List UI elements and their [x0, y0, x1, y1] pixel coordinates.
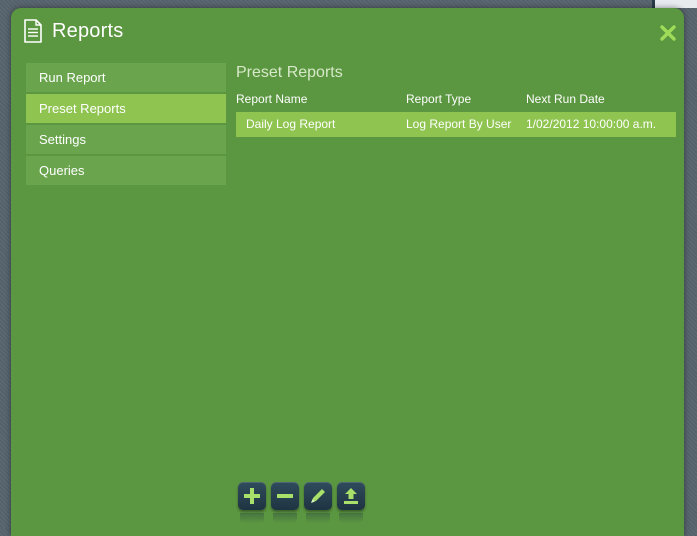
sidebar-item-settings[interactable]: Settings — [26, 125, 226, 154]
cell-next-run-date: 1/02/2012 10:00:00 a.m. — [526, 117, 657, 131]
column-header-report-name[interactable]: Report Name — [236, 92, 307, 106]
edit-icon — [311, 489, 325, 503]
reports-window: Reports Run Report Preset Reports Settin… — [11, 8, 684, 536]
toolbar — [238, 482, 365, 523]
sidebar-item-queries[interactable]: Queries — [26, 156, 226, 185]
window-title: Reports — [52, 19, 124, 42]
edit-button[interactable] — [304, 482, 332, 523]
sidebar: Run Report Preset Reports Settings Queri… — [26, 63, 226, 187]
cell-report-type: Log Report By User — [406, 117, 512, 131]
remove-button[interactable] — [271, 482, 299, 523]
title-bar: Reports — [23, 17, 123, 45]
cell-report-name: Daily Log Report — [246, 117, 336, 131]
table-header: Report Name Report Type Next Run Date — [236, 92, 676, 108]
background-strip-top — [655, 0, 697, 8]
close-icon[interactable] — [659, 24, 677, 42]
document-icon — [23, 18, 43, 44]
section-title: Preset Reports — [236, 64, 343, 81]
add-button[interactable] — [238, 482, 266, 523]
upload-icon — [344, 488, 358, 504]
upload-button[interactable] — [337, 482, 365, 523]
column-header-report-type[interactable]: Report Type — [406, 92, 471, 106]
column-header-next-run-date[interactable]: Next Run Date — [526, 92, 605, 106]
table-row[interactable]: Daily Log Report Log Report By User 1/02… — [236, 112, 676, 137]
sidebar-item-preset-reports[interactable]: Preset Reports — [26, 94, 226, 123]
sidebar-item-run-report[interactable]: Run Report — [26, 63, 226, 92]
remove-icon — [277, 494, 293, 498]
add-icon — [244, 488, 260, 504]
